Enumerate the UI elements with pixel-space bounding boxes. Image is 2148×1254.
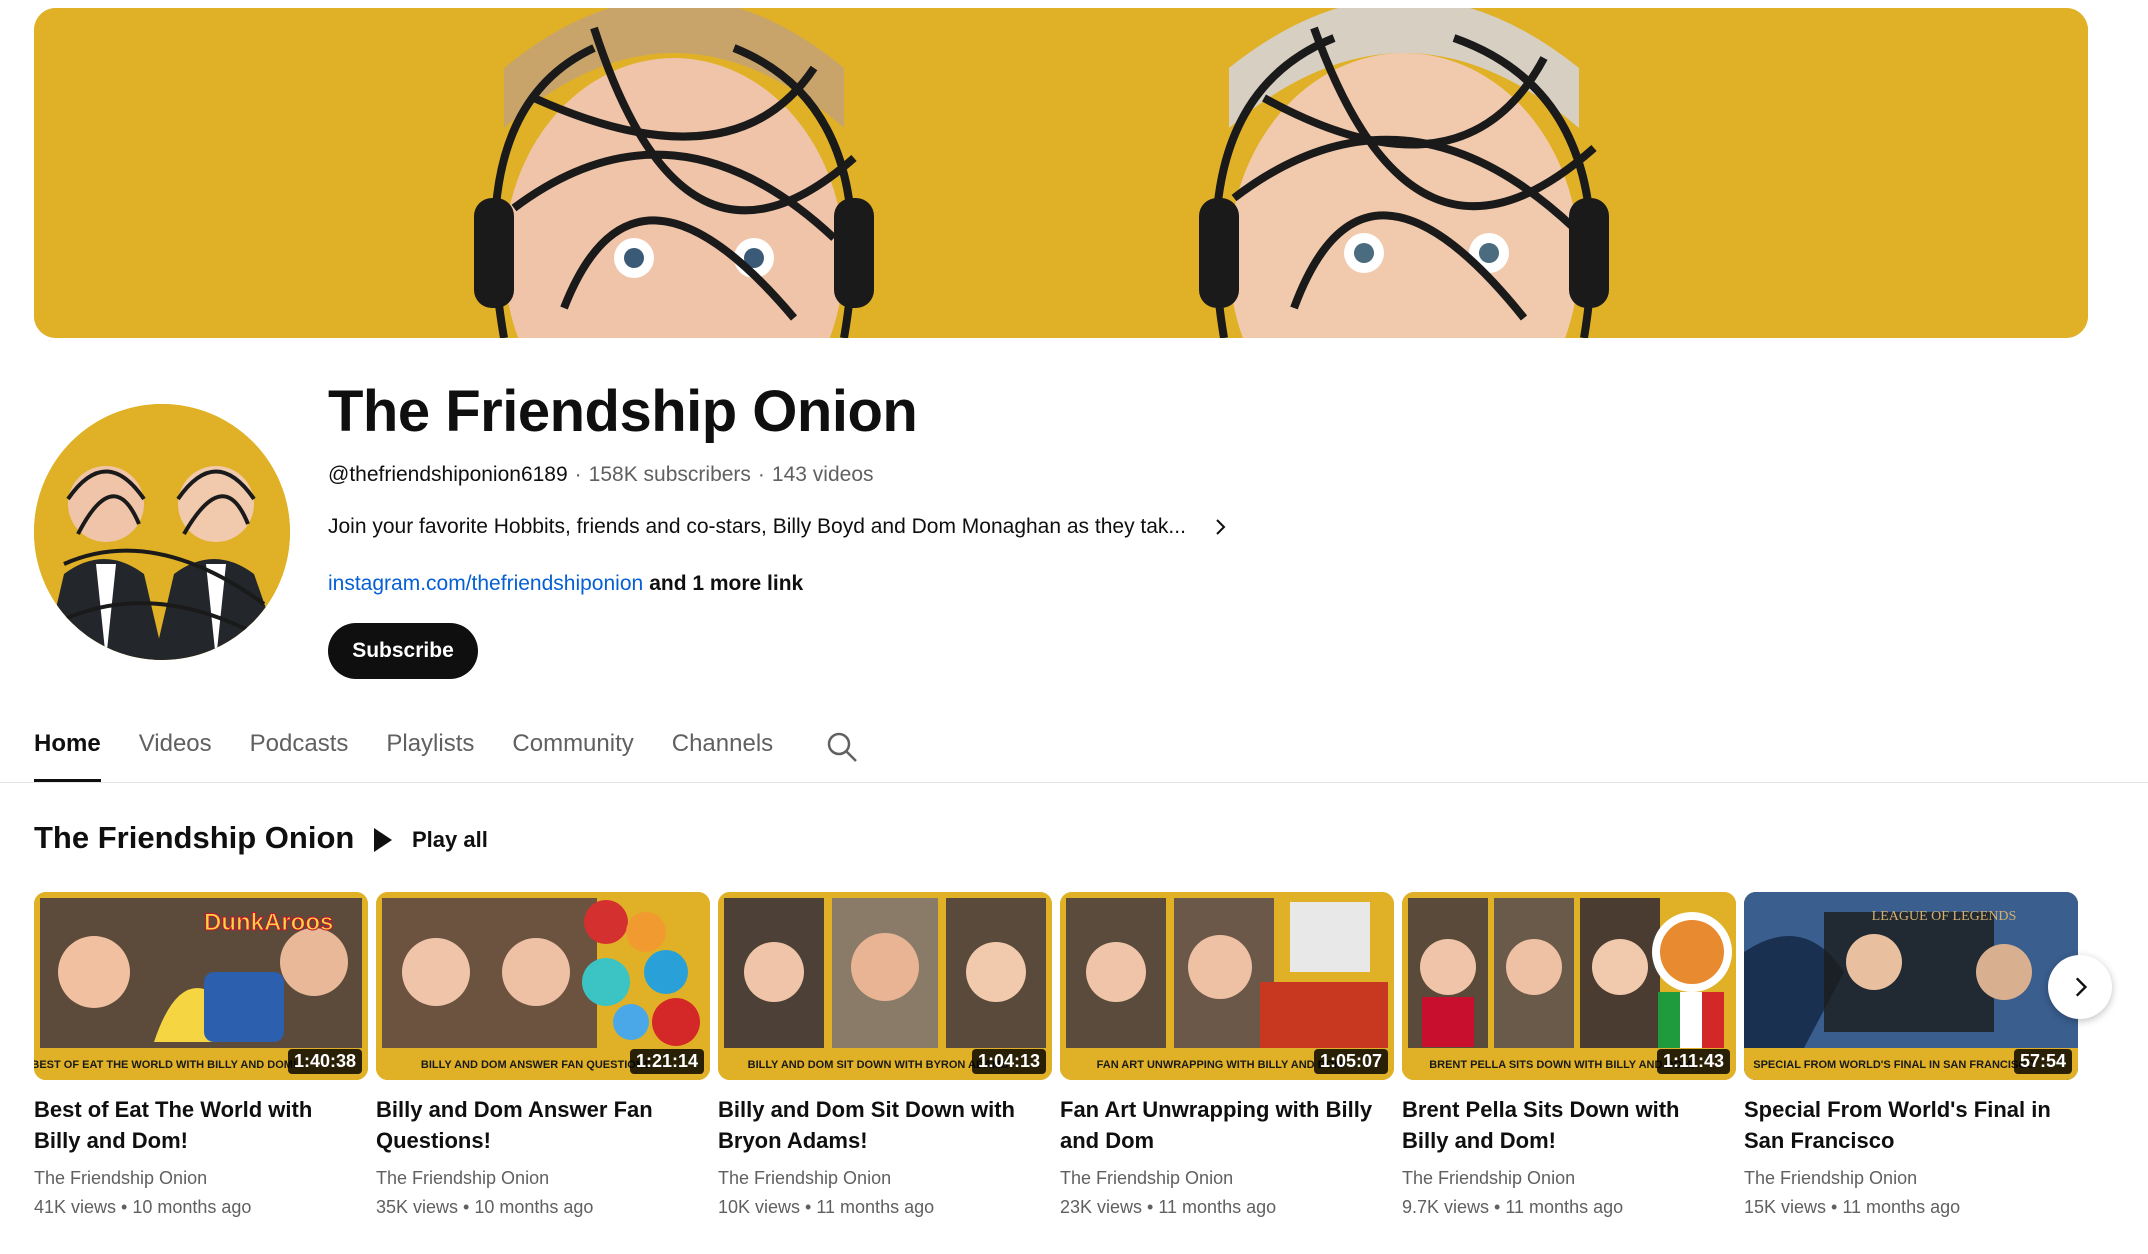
channel-banner: [34, 8, 2088, 338]
video-age: 10 months ago: [474, 1197, 594, 1217]
video-thumbnail[interactable]: BILLY AND DOM SIT DOWN WITH BYRON ADAMS …: [718, 892, 1052, 1080]
chevron-right-icon[interactable]: [1210, 517, 1230, 537]
video-title[interactable]: Billy and Dom Answer Fan Questions!: [376, 1094, 696, 1156]
thumbnail-caption: BILLY AND DOM SIT DOWN WITH BYRON ADAMS: [748, 1059, 1009, 1071]
play-all-button[interactable]: Play all: [372, 822, 488, 858]
video-channel[interactable]: The Friendship Onion: [376, 1168, 710, 1189]
thumbnail-caption: FAN ART UNWRAPPING WITH BILLY AND DOM: [1097, 1059, 1344, 1071]
video-age: 11 months ago: [1505, 1197, 1624, 1217]
more-links-button[interactable]: and 1 more link: [649, 572, 803, 595]
chevron-right-icon: [2075, 977, 2088, 997]
video-card[interactable]: FAN ART UNWRAPPING WITH BILLY AND DOM 1:…: [1060, 892, 1394, 1218]
video-duration: 1:05:07: [1313, 1049, 1388, 1074]
channel-description[interactable]: Join your favorite Hobbits, friends and …: [328, 515, 1230, 539]
thumbnail-brand-text: DunkAroos: [204, 909, 333, 936]
tab-home[interactable]: Home: [34, 720, 101, 782]
video-channel[interactable]: The Friendship Onion: [1744, 1168, 2078, 1189]
video-title[interactable]: Brent Pella Sits Down with Billy and Dom…: [1402, 1094, 1722, 1156]
banner-art: [34, 8, 2088, 338]
video-stats: 41K views • 10 months ago: [34, 1197, 252, 1217]
video-thumbnail[interactable]: LEAGUE OF LEGENDS SPECIAL FROM WORLD'S F…: [1744, 892, 2078, 1080]
shelf-title[interactable]: The Friendship Onion: [34, 820, 354, 856]
subscribe-button[interactable]: Subscribe: [328, 623, 478, 679]
video-card[interactable]: DunkAroos BEST OF EAT THE WORLD WITH BIL…: [34, 892, 368, 1218]
tab-channels[interactable]: Channels: [672, 720, 773, 782]
video-views: 9.7K views: [1402, 1197, 1490, 1217]
shelf-next-button[interactable]: [2048, 955, 2112, 1019]
video-stats: 15K views • 11 months ago: [1744, 1197, 1961, 1217]
video-thumbnail[interactable]: BILLY AND DOM ANSWER FAN QUESTIONS 1:21:…: [376, 892, 710, 1080]
channel-tabs: Home Videos Podcasts Playlists Community…: [34, 720, 859, 782]
tab-community[interactable]: Community: [512, 720, 633, 782]
thumbnail-caption: BILLY AND DOM ANSWER FAN QUESTIONS: [421, 1059, 651, 1071]
tab-playlists[interactable]: Playlists: [386, 720, 474, 782]
video-channel[interactable]: The Friendship Onion: [1402, 1168, 1736, 1189]
meta-separator: ·: [757, 463, 765, 486]
video-channel[interactable]: The Friendship Onion: [34, 1168, 368, 1189]
video-thumbnail[interactable]: DunkAroos BEST OF EAT THE WORLD WITH BIL…: [34, 892, 368, 1080]
video-age: 10 months ago: [132, 1197, 252, 1217]
play-icon: [374, 828, 392, 852]
video-views: 10K views: [718, 1197, 801, 1217]
video-title[interactable]: Best of Eat The World with Billy and Dom…: [34, 1094, 354, 1156]
video-shelf: DunkAroos BEST OF EAT THE WORLD WITH BIL…: [34, 892, 2114, 1232]
meta-separator: ·: [574, 463, 582, 486]
video-thumbnail[interactable]: BRENT PELLA SITS DOWN WITH BILLY AND DOM…: [1402, 892, 1736, 1080]
video-channel[interactable]: The Friendship Onion: [718, 1168, 1052, 1189]
play-all-label: Play all: [412, 827, 488, 852]
video-card[interactable]: BRENT PELLA SITS DOWN WITH BILLY AND DOM…: [1402, 892, 1736, 1218]
description-text: Join your favorite Hobbits, friends and …: [328, 515, 1186, 538]
video-stats: 10K views • 11 months ago: [718, 1197, 935, 1217]
video-stats: 35K views • 10 months ago: [376, 1197, 594, 1217]
subscriber-count: 158K subscribers: [588, 463, 751, 486]
video-age: 11 months ago: [816, 1197, 935, 1217]
channel-meta: @thefriendshiponion6189 · 158K subscribers…: [328, 463, 874, 487]
tab-podcasts[interactable]: Podcasts: [250, 720, 349, 782]
video-duration: 1:04:13: [971, 1049, 1046, 1074]
tab-videos[interactable]: Videos: [139, 720, 212, 782]
thumbnail-caption: SPECIAL FROM WORLD'S FINAL IN SAN FRANCI…: [1753, 1059, 2035, 1071]
video-age: 11 months ago: [1158, 1197, 1277, 1217]
video-channel[interactable]: The Friendship Onion: [1060, 1168, 1394, 1189]
thumbnail-caption: BRENT PELLA SITS DOWN WITH BILLY AND DOM…: [1429, 1059, 1695, 1071]
video-card[interactable]: BILLY AND DOM SIT DOWN WITH BYRON ADAMS …: [718, 892, 1052, 1218]
video-stats: 23K views • 11 months ago: [1060, 1197, 1277, 1217]
video-age: 11 months ago: [1842, 1197, 1961, 1217]
channel-title: The Friendship Onion: [328, 379, 918, 444]
video-duration: 1:11:43: [1656, 1049, 1730, 1074]
video-stats: 9.7K views • 11 months ago: [1402, 1197, 1624, 1217]
tabs-divider: [0, 782, 2148, 783]
video-title[interactable]: Special From World's Final in San Franci…: [1744, 1094, 2064, 1156]
video-duration: 1:40:38: [287, 1049, 362, 1074]
video-title[interactable]: Fan Art Unwrapping with Billy and Dom: [1060, 1094, 1380, 1156]
search-icon[interactable]: [825, 730, 859, 764]
video-count: 143 videos: [771, 463, 874, 486]
video-duration: 1:21:14: [629, 1049, 704, 1074]
channel-avatar[interactable]: [34, 404, 290, 660]
video-views: 15K views: [1744, 1197, 1827, 1217]
instagram-link[interactable]: instagram.com/thefriendshiponion: [328, 572, 643, 595]
video-card[interactable]: BILLY AND DOM ANSWER FAN QUESTIONS 1:21:…: [376, 892, 710, 1218]
video-views: 23K views: [1060, 1197, 1143, 1217]
channel-links: instagram.com/thefriendshiponion and 1 mo…: [328, 572, 803, 596]
video-duration: 57:54: [2013, 1049, 2072, 1074]
video-title[interactable]: Billy and Dom Sit Down with Bryon Adams!: [718, 1094, 1038, 1156]
thumbnail-brand-text: LEAGUE OF LEGENDS: [1872, 909, 2017, 924]
video-views: 41K views: [34, 1197, 117, 1217]
video-card[interactable]: LEAGUE OF LEGENDS SPECIAL FROM WORLD'S F…: [1744, 892, 2078, 1218]
avatar-art: [34, 404, 290, 660]
video-views: 35K views: [376, 1197, 459, 1217]
video-thumbnail[interactable]: FAN ART UNWRAPPING WITH BILLY AND DOM 1:…: [1060, 892, 1394, 1080]
channel-handle: @thefriendshiponion6189: [328, 463, 568, 486]
thumbnail-caption: BEST OF EAT THE WORLD WITH BILLY AND DOM…: [34, 1059, 297, 1071]
